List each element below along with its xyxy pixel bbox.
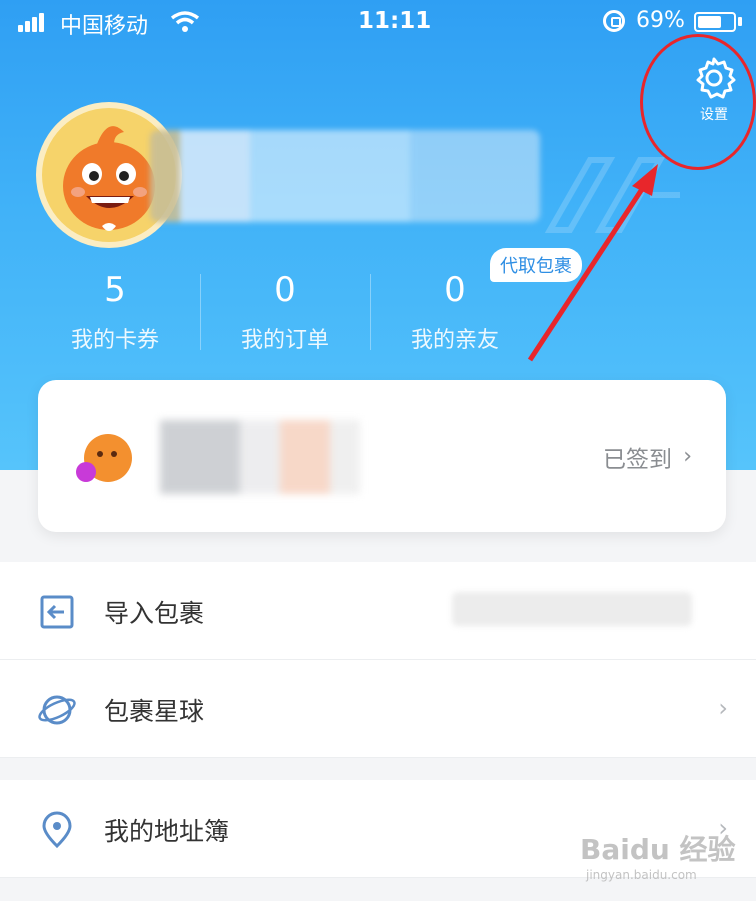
rotation-lock-icon	[603, 10, 625, 32]
status-bar: 中国移动 11:11 69%	[0, 0, 756, 44]
planet-icon	[38, 695, 76, 725]
signin-status: 已签到	[603, 447, 672, 473]
stat-label: 我的亲友	[410, 328, 499, 353]
clock: 11:11	[358, 8, 432, 34]
chevron-right-icon: ›	[683, 444, 692, 469]
annotation-circle	[640, 34, 756, 170]
chevron-right-icon: ›	[718, 694, 728, 722]
battery-icon	[694, 12, 736, 32]
baidu-watermark: Baidu 经验 jingyan.baidu.com	[580, 828, 736, 882]
stat-friends[interactable]: 0 我的亲友	[370, 270, 540, 354]
signal-icon	[18, 12, 46, 32]
stat-label: 我的卡券	[70, 328, 159, 353]
stat-orders[interactable]: 0 我的订单	[200, 270, 370, 354]
stat-coupons[interactable]: 5 我的卡券	[30, 270, 200, 354]
location-pin-icon	[42, 811, 72, 849]
import-icon	[40, 595, 74, 629]
stat-value: 0	[444, 270, 466, 310]
menu-label: 导入包裹	[104, 599, 205, 628]
menu-label: 包裹星球	[104, 697, 205, 726]
stat-value: 0	[274, 270, 296, 310]
menu-label: 我的地址簿	[104, 817, 230, 846]
stat-label: 我的订单	[240, 328, 329, 353]
mascot-icon	[76, 434, 132, 482]
signin-info-masked	[160, 420, 360, 494]
battery-percent: 69%	[636, 8, 685, 33]
stat-value: 5	[104, 270, 126, 310]
menu-item-package-planet[interactable]: 包裹星球 ›	[0, 660, 756, 758]
menu-group-packages: 导入包裹 包裹星球 ›	[0, 562, 756, 758]
stats-row: 5 我的卡券 0 我的订单 0 我的亲友	[30, 270, 540, 354]
wifi-icon	[170, 11, 200, 32]
username-masked	[150, 130, 540, 222]
carrier-name: 中国移动	[60, 14, 149, 39]
menu-item-import-package[interactable]: 导入包裹	[0, 562, 756, 660]
masked-value	[452, 592, 692, 626]
watermark-sub: jingyan.baidu.com	[586, 868, 697, 882]
watermark-main: Baidu 经验	[580, 833, 736, 866]
signin-card[interactable]: 已签到 ›	[38, 380, 726, 532]
